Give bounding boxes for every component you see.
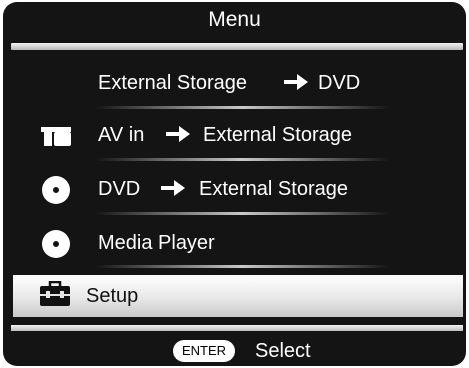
menu-item-dvd-to-external-storage[interactable]: DVD External Storage — [3, 163, 466, 213]
menu-item-label: External Storage — [98, 72, 247, 94]
av-in-icon — [41, 127, 71, 146]
menu-item-media-player[interactable]: Media Player — [3, 217, 466, 267]
footer-hint: ENTER Select — [3, 333, 466, 366]
enter-key-icon: ENTER — [173, 340, 235, 362]
footer-divider — [11, 325, 463, 331]
menu-title: Menu — [208, 8, 261, 31]
item-separator — [95, 265, 390, 268]
menu-window: Menu External Storage DVD AV in External… — [3, 2, 466, 366]
menu-item-label: AV in — [98, 124, 145, 146]
menu-item-label: DVD — [98, 178, 141, 200]
arrow-right-icon — [166, 126, 190, 142]
arrow-right-icon — [284, 74, 308, 90]
menu-item-label: Media Player — [98, 232, 215, 254]
item-separator — [95, 212, 390, 215]
menu-item-external-storage-to-dvd[interactable]: External Storage DVD — [3, 57, 466, 107]
menu-item-label: Setup — [86, 285, 139, 307]
menu-item-av-in-to-external-storage[interactable]: AV in External Storage — [3, 109, 466, 159]
menu-item-setup[interactable]: Setup — [13, 275, 463, 317]
menu-item-target: External Storage — [203, 124, 352, 146]
menu-item-target: External Storage — [199, 178, 348, 200]
title-divider — [11, 43, 463, 50]
item-separator — [95, 158, 390, 161]
disc-icon — [42, 230, 70, 258]
disc-icon — [42, 176, 70, 204]
arrow-right-icon — [161, 180, 185, 196]
select-hint-label: Select — [255, 340, 311, 362]
menu-item-target: DVD — [318, 72, 361, 94]
toolbox-icon — [40, 281, 70, 306]
